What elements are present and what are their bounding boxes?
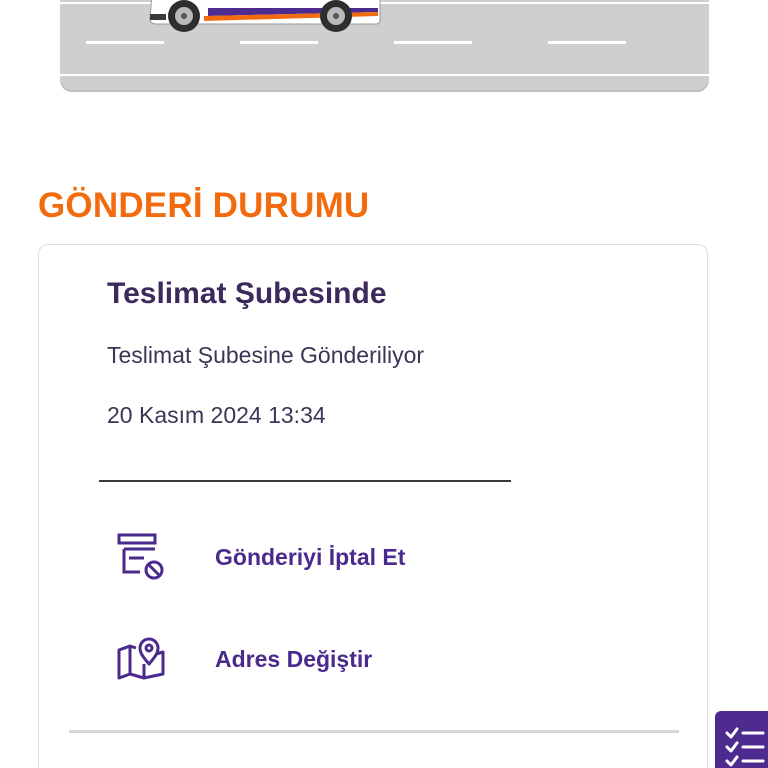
- change-address-label: Adres Değiştir: [215, 645, 373, 672]
- checklist-icon: [725, 727, 765, 767]
- cancel-shipment-label: Gönderiyi İptal Et: [215, 543, 406, 570]
- lane-marking: [394, 41, 472, 44]
- status-date: 20 Kasım 2024 13:34: [107, 402, 326, 428]
- map-pin-icon: [115, 633, 167, 685]
- divider: [69, 730, 679, 733]
- shipment-status-heading: GÖNDERİ DURUMU: [38, 186, 370, 225]
- lane-marking: [548, 41, 626, 44]
- cancel-shipment-button[interactable]: Gönderiyi İptal Et: [115, 530, 475, 584]
- delivery-van-illustration: [149, 0, 381, 32]
- lane-marking: [240, 41, 318, 44]
- road-edge: [60, 74, 709, 76]
- change-address-button[interactable]: Adres Değiştir: [115, 632, 475, 686]
- divider: [99, 480, 511, 482]
- status-title: Teslimat Şubesinde: [107, 277, 387, 310]
- shipment-status-card: Teslimat Şubesinde Teslimat Şubesine Gön…: [38, 244, 708, 768]
- cancel-shipment-icon: [115, 531, 167, 583]
- lane-marking: [86, 41, 164, 44]
- status-description: Teslimat Şubesine Gönderiliyor: [107, 342, 425, 368]
- shipment-tracking-page: GÖNDERİ DURUMU Teslimat Şubesinde Teslim…: [0, 0, 768, 768]
- checklist-fab-button[interactable]: [715, 711, 768, 768]
